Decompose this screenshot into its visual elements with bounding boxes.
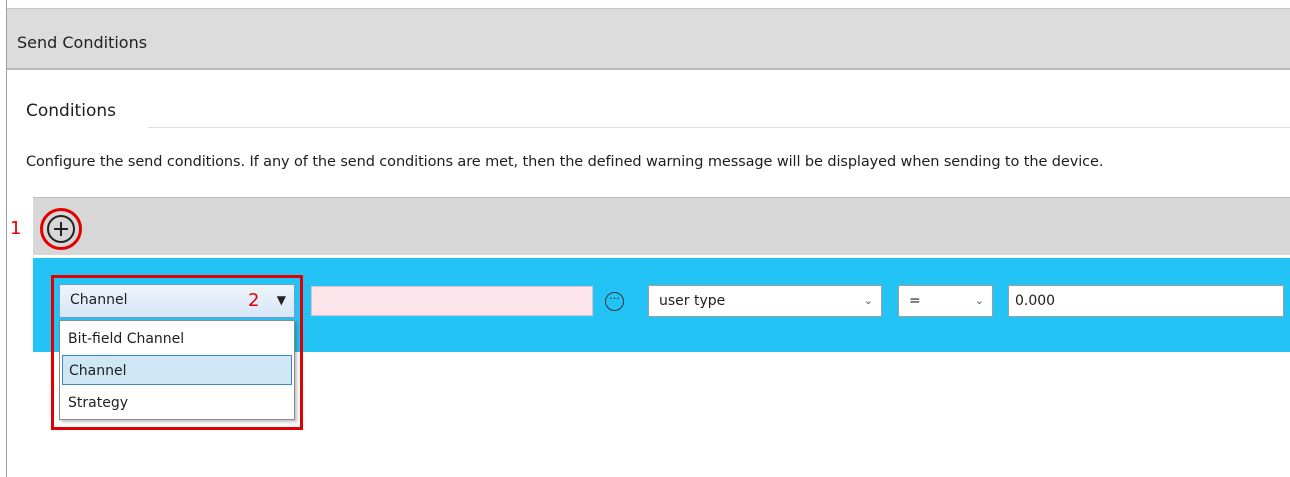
dropdown-option-strategy[interactable]: Strategy [62, 388, 292, 418]
user-type-select[interactable]: user type ⌄ [648, 285, 882, 317]
plus-circle-icon [47, 215, 75, 243]
section-title: Conditions [26, 101, 116, 121]
add-condition-button[interactable] [40, 208, 82, 250]
operator-value: = [909, 293, 921, 309]
section-divider [148, 127, 1290, 128]
condition-type-value: Channel [70, 292, 128, 308]
annotation-marker-2: 2 [248, 290, 260, 311]
operator-select[interactable]: = ⌄ [898, 285, 993, 317]
section-description: Configure the send conditions. If any of… [26, 154, 1104, 170]
channel-name-field[interactable] [311, 286, 593, 316]
annotation-marker-1: 1 [10, 218, 22, 239]
condition-value-input[interactable]: 0.000 [1008, 285, 1284, 317]
condition-type-dropdown: Bit-field Channel Channel Strategy [59, 320, 295, 420]
condition-type-select[interactable]: Channel ▼ [59, 284, 295, 318]
panel-header: Send Conditions [7, 8, 1290, 70]
chevron-down-icon: ⌄ [974, 294, 984, 307]
chevron-down-icon: ⌄ [863, 294, 873, 307]
dropdown-option-channel[interactable]: Channel [62, 355, 292, 385]
ellipsis-circle-icon[interactable]: ··· [605, 292, 624, 311]
panel-title: Send Conditions [17, 33, 148, 52]
user-type-value: user type [659, 293, 726, 309]
conditions-toolbar [33, 197, 1290, 255]
chevron-down-icon: ▼ [276, 293, 286, 307]
panel-left-border [6, 0, 7, 477]
dropdown-option-bitfield-channel[interactable]: Bit-field Channel [62, 324, 292, 354]
